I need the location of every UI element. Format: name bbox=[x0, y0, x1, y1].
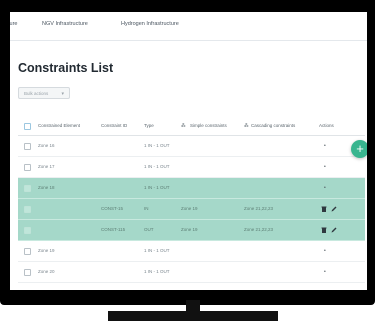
trash-icon[interactable] bbox=[321, 227, 327, 233]
app-screen: ture NGV Infrastructure Hydrogen Infrast… bbox=[10, 12, 367, 290]
row-checkbox[interactable] bbox=[24, 164, 31, 171]
row-checkbox[interactable] bbox=[24, 143, 31, 150]
simple-constraints-icon: ⁂ bbox=[181, 123, 186, 128]
chevron-down-icon: ▾ bbox=[61, 91, 64, 97]
constrained-element: Zone 18 bbox=[38, 185, 55, 190]
row-checkbox[interactable] bbox=[24, 206, 31, 213]
table-row[interactable]: Zone 20 1 IN - 1 OUT • bbox=[18, 262, 365, 283]
constraint-type: 1 IN - 1 OUT bbox=[144, 143, 170, 148]
constraint-type: 1 IN - 1 OUT bbox=[144, 185, 170, 190]
constraint-type: OUT bbox=[144, 227, 154, 232]
dot-icon[interactable]: • bbox=[324, 157, 326, 177]
select-all-checkbox[interactable] bbox=[24, 123, 31, 130]
pencil-icon[interactable] bbox=[331, 206, 337, 212]
plus-icon: + bbox=[356, 141, 364, 156]
dot-icon[interactable]: • bbox=[324, 241, 326, 261]
column-header-type[interactable]: Type bbox=[144, 116, 154, 136]
simple-constraints: Zone 19 bbox=[181, 227, 198, 232]
pencil-icon[interactable] bbox=[331, 227, 337, 233]
column-header-constraint-id[interactable]: Constraint ID bbox=[101, 116, 127, 136]
row-checkbox[interactable] bbox=[24, 227, 31, 234]
table-row-highlighted[interactable]: CONST-115 OUT Zone 19 Zone 21,22,23 bbox=[18, 220, 365, 241]
nav-item-infrastructure[interactable]: ture bbox=[10, 21, 17, 27]
row-checkbox[interactable] bbox=[24, 248, 31, 255]
constraint-type: 1 IN - 1 OUT bbox=[144, 269, 170, 274]
constraint-type: 1 IN - 1 OUT bbox=[144, 248, 170, 253]
bulk-actions-label: Bulk actions bbox=[24, 91, 49, 96]
table-row-highlighted[interactable]: CONST-15 IN Zone 19 Zone 21,22,23 bbox=[18, 199, 365, 220]
nav-item-hydrogen-infrastructure[interactable]: Hydrogen Infrastructure bbox=[121, 21, 179, 27]
column-header-cascading-constraints[interactable]: Cascading constraints bbox=[251, 116, 295, 136]
top-navigation: ture NGV Infrastructure Hydrogen Infrast… bbox=[10, 12, 367, 41]
table-header: Constrained Element Constraint ID Type ⁂… bbox=[18, 116, 365, 136]
constraint-id: CONST-15 bbox=[101, 206, 124, 211]
monitor-frame: ture NGV Infrastructure Hydrogen Infrast… bbox=[0, 0, 375, 305]
cascading-constraints: Zone 21,22,23 bbox=[244, 206, 274, 211]
constrained-element: Zone 17 bbox=[38, 164, 55, 169]
constrained-element: Zone 19 bbox=[38, 248, 55, 253]
constraint-id: CONST-115 bbox=[101, 227, 126, 232]
dot-icon[interactable]: • bbox=[324, 178, 326, 198]
add-constraint-button[interactable]: + bbox=[351, 140, 367, 158]
column-header-simple-constraints[interactable]: Simple constraints bbox=[190, 116, 227, 136]
table-row-highlighted[interactable]: Zone 18 1 IN - 1 OUT • bbox=[18, 178, 365, 199]
dot-icon[interactable]: • bbox=[324, 262, 326, 282]
column-header-constrained-element[interactable]: Constrained Element bbox=[38, 116, 80, 136]
constrained-element: Zone 20 bbox=[38, 269, 55, 274]
cascading-constraints-icon: ⁂ bbox=[244, 123, 249, 128]
simple-constraints: Zone 19 bbox=[181, 206, 198, 211]
constraint-type: 1 IN - 1 OUT bbox=[144, 164, 170, 169]
monitor-stand-base bbox=[108, 311, 278, 321]
page-title: Constraints List bbox=[18, 61, 114, 75]
row-checkbox[interactable] bbox=[24, 185, 31, 192]
cascading-constraints: Zone 21,22,23 bbox=[244, 227, 274, 232]
trash-icon[interactable] bbox=[321, 206, 327, 212]
column-header-actions: Actions bbox=[319, 123, 334, 128]
table-row[interactable]: Zone 17 1 IN - 1 OUT • bbox=[18, 157, 365, 178]
constraint-type: IN bbox=[144, 206, 149, 211]
bulk-actions-dropdown[interactable]: Bulk actions ▾ bbox=[18, 87, 70, 99]
constrained-element: Zone 16 bbox=[38, 143, 55, 148]
table-row[interactable]: Zone 16 1 IN - 1 OUT • bbox=[18, 136, 365, 157]
table-row[interactable]: Zone 19 1 IN - 1 OUT • bbox=[18, 241, 365, 262]
row-checkbox[interactable] bbox=[24, 269, 31, 276]
dot-icon[interactable]: • bbox=[324, 136, 326, 156]
nav-item-ngv-infrastructure[interactable]: NGV Infrastructure bbox=[42, 21, 88, 27]
